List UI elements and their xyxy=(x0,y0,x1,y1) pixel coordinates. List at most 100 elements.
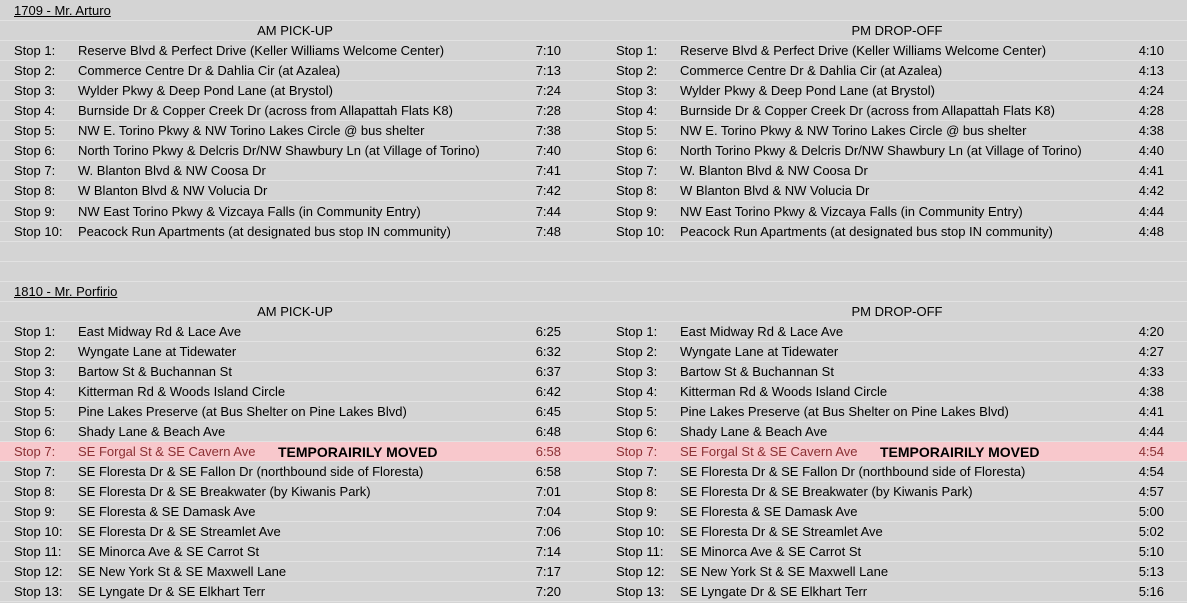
bus-title-row[interactable]: 1810 - Mr. Porfirio xyxy=(0,282,1187,302)
am-time: 6:42 xyxy=(535,384,561,399)
stop-number: Stop 5: xyxy=(616,123,658,138)
bus-title-1: 1709 - Mr. Arturo xyxy=(14,3,111,18)
pm-time: 5:10 xyxy=(1138,544,1164,559)
stop-number: Stop 6: xyxy=(14,143,56,158)
am-pickup-header: AM PICK-UP xyxy=(257,23,333,38)
stop-number: Stop 8: xyxy=(616,183,658,198)
am-time: 7:14 xyxy=(535,544,561,559)
am-location: East Midway Rd & Lace Ave xyxy=(78,324,242,339)
stop-row[interactable]: Stop 1: Reserve Blvd & Perfect Drive (Kel… xyxy=(0,41,1187,61)
stop-number: Stop 3: xyxy=(616,83,658,98)
stop-number: Stop 4: xyxy=(616,103,658,118)
stop-number: Stop 1: xyxy=(14,324,56,339)
stop-number: Stop 8: xyxy=(616,484,658,499)
schedule-header-row[interactable]: AM PICK-UP PM DROP-OFF xyxy=(0,21,1187,41)
am-location: Bartow St & Buchannan St xyxy=(78,364,232,379)
pm-location: SE Floresta Dr & SE Streamlet Ave xyxy=(680,524,883,539)
schedule-header-row[interactable]: AM PICK-UP PM DROP-OFF xyxy=(0,302,1187,322)
pm-location: SE Lyngate Dr & SE Elkhart Terr xyxy=(680,584,868,599)
am-location: Wylder Pkwy & Deep Pond Lane (at Brystol… xyxy=(78,83,333,98)
stop-row[interactable]: Stop 5: Pine Lakes Preserve (at Bus Shelt… xyxy=(0,402,1187,422)
am-time: 6:58 xyxy=(535,464,561,479)
am-location: Reserve Blvd & Perfect Drive (Keller Wil… xyxy=(78,43,445,58)
stop-number: Stop 7: xyxy=(616,163,658,178)
stop-number: Stop 8: xyxy=(14,183,56,198)
pm-location: SE Forgal St & SE Cavern Ave xyxy=(680,444,858,459)
pm-time: 4:38 xyxy=(1138,123,1164,138)
stop-row[interactable]: Stop 9: SE Floresta & SE Damask Ave 7:04 St… xyxy=(0,502,1187,522)
pm-time: 4:44 xyxy=(1138,424,1164,439)
am-location: Pine Lakes Preserve (at Bus Shelter on P… xyxy=(78,404,407,419)
stop-row[interactable]: Stop 2: Wyngate Lane at Tidewater 6:32 Stop… xyxy=(0,342,1187,362)
pm-location: Peacock Run Apartments (at designated bu… xyxy=(680,224,1053,239)
pm-time: 4:13 xyxy=(1138,63,1164,78)
stop-number: Stop 6: xyxy=(616,143,658,158)
pm-time: 5:02 xyxy=(1138,524,1164,539)
stop-row[interactable]: Stop 13: SE Lyngate Dr & SE Elkhart Terr 7… xyxy=(0,582,1187,602)
pm-time: 4:20 xyxy=(1138,324,1164,339)
pm-location: Pine Lakes Preserve (at Bus Shelter on P… xyxy=(680,404,1009,419)
stop-number: Stop 7: xyxy=(14,464,56,479)
stop-row[interactable]: Stop 2: Commerce Centre Dr & Dahlia Cir (… xyxy=(0,61,1187,81)
stop-number: Stop 10: xyxy=(616,524,665,539)
stop-number: Stop 10: xyxy=(616,224,665,239)
am-time: 7:28 xyxy=(535,103,561,118)
am-location: Kitterman Rd & Woods Island Circle xyxy=(78,384,286,399)
stop-number: Stop 10: xyxy=(14,524,63,539)
am-time: 7:06 xyxy=(535,524,561,539)
stop-number: Stop 3: xyxy=(616,364,658,379)
stop-number: Stop 6: xyxy=(14,424,56,439)
pm-location: Shady Lane & Beach Ave xyxy=(680,424,828,439)
pm-location: SE Minorca Ave & SE Carrot St xyxy=(680,544,862,559)
am-time: 7:20 xyxy=(535,584,561,599)
stop-row[interactable]: Stop 12: SE New York St & SE Maxwell Lane… xyxy=(0,562,1187,582)
am-location: SE Lyngate Dr & SE Elkhart Terr xyxy=(78,584,266,599)
am-time: 7:17 xyxy=(535,564,561,579)
pm-time: 5:00 xyxy=(1138,504,1164,519)
stop-row[interactable]: Stop 5: NW E. Torino Pkwy & NW Torino Lak… xyxy=(0,121,1187,141)
pm-location: W. Blanton Blvd & NW Coosa Dr xyxy=(680,163,868,178)
pm-time: 4:10 xyxy=(1138,43,1164,58)
stop-number: Stop 7: xyxy=(14,444,56,459)
pm-time: 5:16 xyxy=(1138,584,1164,599)
stop-number: Stop 8: xyxy=(14,484,56,499)
stop-row[interactable]: Stop 8: SE Floresta Dr & SE Breakwater (b… xyxy=(0,482,1187,502)
stop-row[interactable]: Stop 6: Shady Lane & Beach Ave 6:48 Stop 6:… xyxy=(0,422,1187,442)
stop-number: Stop 9: xyxy=(14,504,56,519)
am-time: 6:37 xyxy=(535,364,561,379)
temporarily-moved-note: TEMPORAIRILY MOVED xyxy=(880,444,1040,460)
bus-title-row[interactable]: 1709 - Mr. Arturo xyxy=(0,1,1187,21)
stop-row[interactable]: Stop 10: SE Floresta Dr & SE Streamlet Av… xyxy=(0,522,1187,542)
pm-time: 4:40 xyxy=(1138,143,1164,158)
stop-row[interactable]: Stop 7: W. Blanton Blvd & NW Coosa Dr 7:41… xyxy=(0,161,1187,181)
pm-location: NW East Torino Pkwy & Vizcaya Falls (in … xyxy=(680,204,1023,219)
am-time: 7:44 xyxy=(535,204,561,219)
spreadsheet-grid[interactable]: 1709 - Mr. Arturo AM PICK-UP PM DROP-OFF St… xyxy=(0,0,1187,603)
pm-time: 5:13 xyxy=(1138,564,1164,579)
stop-row[interactable]: Stop 4: Kitterman Rd & Woods Island Circl… xyxy=(0,382,1187,402)
stop-row[interactable]: Stop 3: Wylder Pkwy & Deep Pond Lane (at … xyxy=(0,81,1187,101)
empty-row[interactable] xyxy=(0,262,1187,282)
stop-row[interactable]: Stop 3: Bartow St & Buchannan St 6:37 Stop … xyxy=(0,362,1187,382)
stop-row[interactable]: Stop 7: SE Floresta Dr & SE Fallon Dr (no… xyxy=(0,462,1187,482)
stop-number: Stop 7: xyxy=(616,464,658,479)
stop-number: Stop 11: xyxy=(14,544,62,559)
empty-row[interactable] xyxy=(0,242,1187,262)
stop-row[interactable]: Stop 9: NW East Torino Pkwy & Vizcaya Fal… xyxy=(0,202,1187,222)
am-time: 7:04 xyxy=(535,504,561,519)
am-location: Commerce Centre Dr & Dahlia Cir (at Azal… xyxy=(78,63,341,78)
am-location: Peacock Run Apartments (at designated bu… xyxy=(78,224,451,239)
pm-time: 4:33 xyxy=(1138,364,1164,379)
stop-number: Stop 2: xyxy=(14,344,56,359)
am-time: 7:24 xyxy=(535,83,561,98)
stop-row[interactable]: Stop 4: Burnside Dr & Copper Creek Dr (ac… xyxy=(0,101,1187,121)
stop-row[interactable]: Stop 6: North Torino Pkwy & Delcris Dr/NW… xyxy=(0,141,1187,161)
stop-row[interactable]: Stop 11: SE Minorca Ave & SE Carrot St 7:1… xyxy=(0,542,1187,562)
stop-row[interactable]: Stop 1: East Midway Rd & Lace Ave 6:25 Stop… xyxy=(0,322,1187,342)
stop-row[interactable]: Stop 7: SE Forgal St & SE Cavern Ave TEMPO… xyxy=(0,442,1187,462)
stop-row[interactable]: Stop 8: W Blanton Blvd & NW Volucia Dr 7:4… xyxy=(0,181,1187,201)
pm-location: Burnside Dr & Copper Creek Dr (across fr… xyxy=(680,103,1055,118)
stop-number: Stop 11: xyxy=(616,544,664,559)
stop-row[interactable]: Stop 10: Peacock Run Apartments (at desig… xyxy=(0,222,1187,242)
pm-location: SE Floresta Dr & SE Fallon Dr (northboun… xyxy=(680,464,1026,479)
